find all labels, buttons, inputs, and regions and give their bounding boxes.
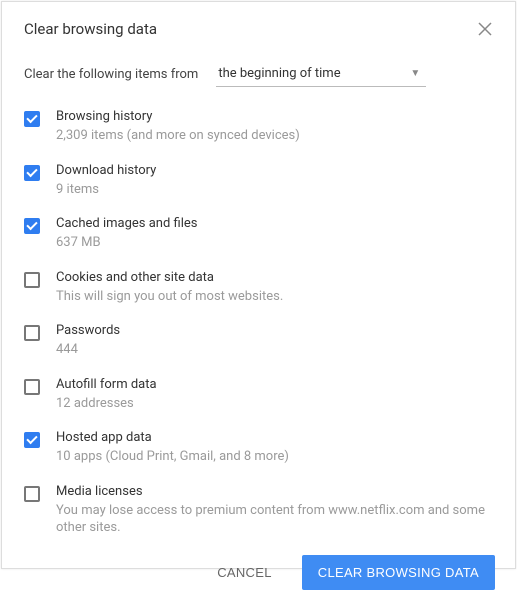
option-row-media-licenses: Media licenses You may lose access to pre…	[24, 484, 493, 537]
checkbox-passwords[interactable]	[24, 325, 40, 341]
option-description: 2,309 items (and more on synced devices)	[56, 127, 300, 145]
option-description: 12 addresses	[56, 395, 157, 413]
option-text: Passwords 444	[56, 323, 120, 359]
option-row-hosted-app-data: Hosted app data 10 apps (Cloud Print, Gma…	[24, 430, 493, 466]
option-label: Autofill form data	[56, 377, 157, 392]
close-button[interactable]	[477, 21, 493, 37]
clear-browsing-data-button[interactable]: Clear Browsing Data	[302, 555, 495, 590]
option-description: This will sign you out of most websites.	[56, 288, 283, 306]
checkbox-cookies-site-data[interactable]	[24, 272, 40, 288]
option-description: 10 apps (Cloud Print, Gmail, and 8 more)	[56, 448, 289, 466]
clear-browsing-data-dialog: Clear browsing data Clear the following …	[1, 1, 516, 569]
option-description: 9 items	[56, 181, 156, 199]
option-row-cookies-site-data: Cookies and other site data This will sig…	[24, 270, 493, 306]
option-row-browsing-history: Browsing history 2,309 items (and more on…	[24, 109, 493, 145]
options-list: Browsing history 2,309 items (and more on…	[2, 93, 515, 541]
checkbox-media-licenses[interactable]	[24, 486, 40, 502]
option-label: Cookies and other site data	[56, 270, 283, 285]
option-text: Cookies and other site data This will sig…	[56, 270, 283, 306]
option-text: Cached images and files 637 MB	[56, 216, 197, 252]
option-text: Browsing history 2,309 items (and more on…	[56, 109, 300, 145]
option-row-cached-images-files: Cached images and files 637 MB	[24, 216, 493, 252]
option-row-passwords: Passwords 444	[24, 323, 493, 359]
option-description: You may lose access to premium content f…	[56, 502, 493, 537]
dialog-header: Clear browsing data	[2, 2, 515, 52]
option-text: Media licenses You may lose access to pre…	[56, 484, 493, 537]
option-label: Download history	[56, 163, 156, 178]
chevron-down-icon: ▼	[410, 68, 420, 79]
checkbox-browsing-history[interactable]	[24, 111, 40, 127]
checkbox-autofill-form-data[interactable]	[24, 379, 40, 395]
option-label: Hosted app data	[56, 430, 289, 445]
checkbox-download-history[interactable]	[24, 165, 40, 181]
option-text: Download history 9 items	[56, 163, 156, 199]
option-text: Hosted app data 10 apps (Cloud Print, Gma…	[56, 430, 289, 466]
option-label: Browsing history	[56, 109, 300, 124]
option-row-download-history: Download history 9 items	[24, 163, 493, 199]
time-range-row: Clear the following items from the begin…	[2, 52, 515, 93]
time-range-value: the beginning of time	[218, 66, 340, 81]
checkbox-hosted-app-data[interactable]	[24, 432, 40, 448]
time-range-dropdown[interactable]: the beginning of time ▼	[216, 62, 426, 87]
option-description: 444	[56, 341, 120, 359]
cancel-button[interactable]: Cancel	[201, 555, 288, 590]
option-description: 637 MB	[56, 234, 197, 252]
option-label: Cached images and files	[56, 216, 197, 231]
option-row-autofill-form-data: Autofill form data 12 addresses	[24, 377, 493, 413]
dialog-footer: Cancel Clear Browsing Data	[2, 541, 515, 608]
dialog-title: Clear browsing data	[24, 20, 157, 38]
time-range-label: Clear the following items from	[24, 67, 198, 82]
checkbox-cached-images-files[interactable]	[24, 218, 40, 234]
close-icon	[478, 22, 492, 36]
option-label: Passwords	[56, 323, 120, 338]
option-text: Autofill form data 12 addresses	[56, 377, 157, 413]
option-label: Media licenses	[56, 484, 493, 499]
